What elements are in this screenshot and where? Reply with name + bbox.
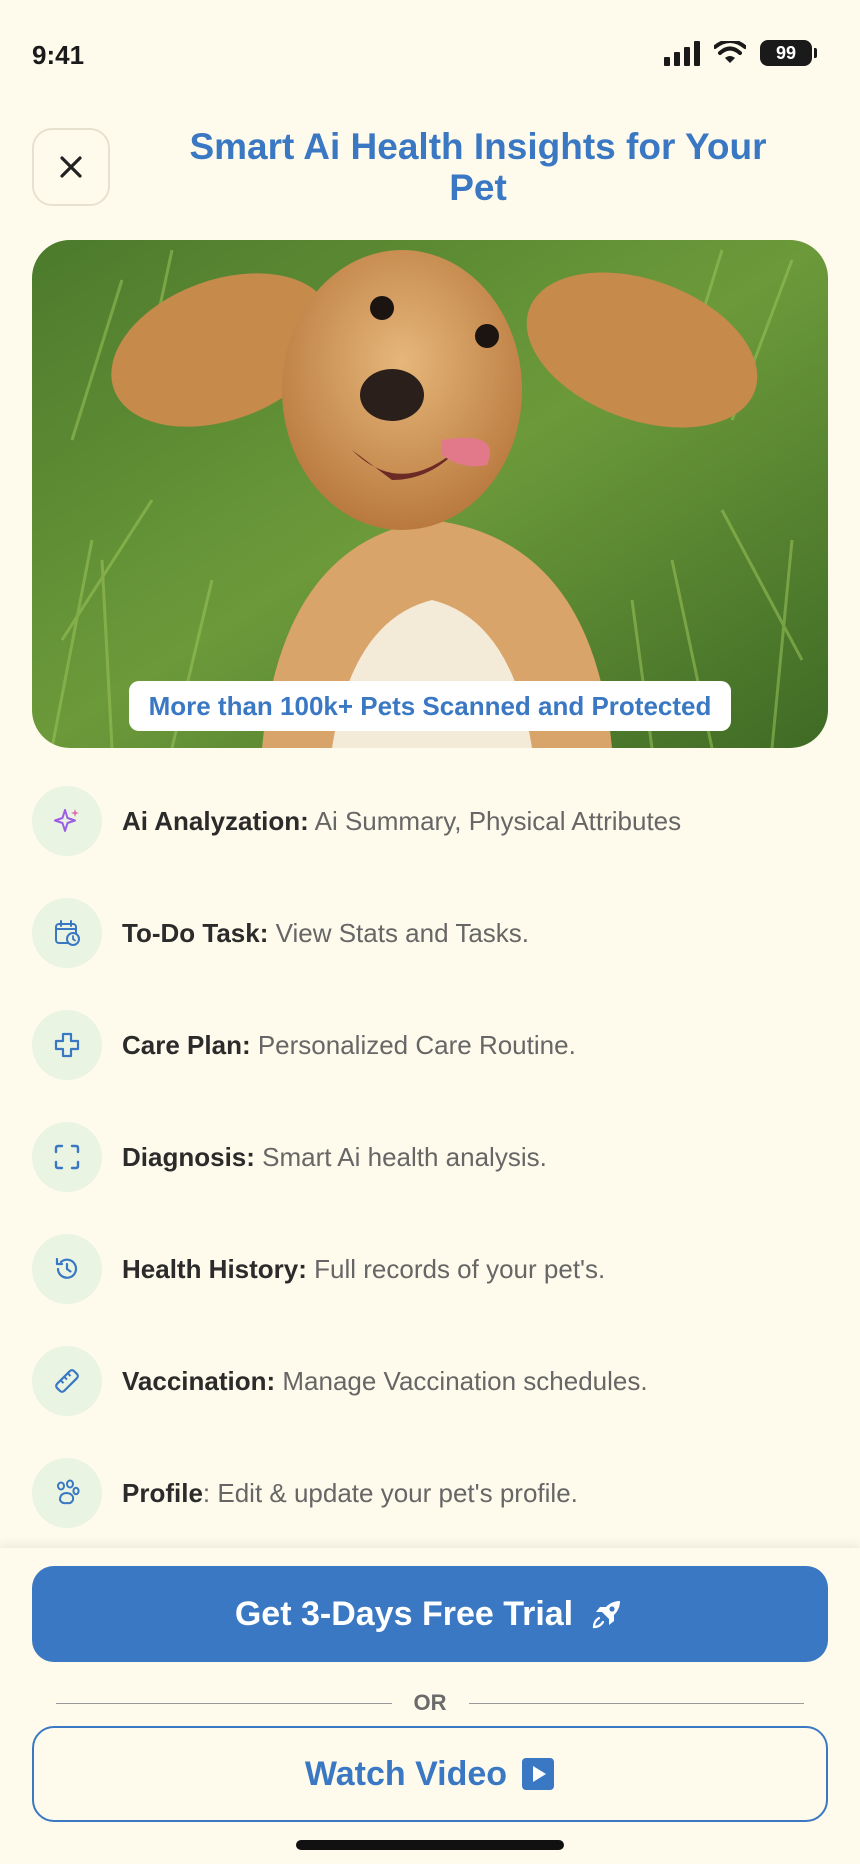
status-time: 9:41 (32, 40, 85, 70)
status-bar: 9:41 99 (0, 0, 860, 110)
battery-icon: 99 (760, 40, 817, 66)
feature-item-diagnosis: Diagnosis: Smart Ai health analysis. (32, 1122, 547, 1192)
history-icon (32, 1234, 102, 1304)
scan-icon (32, 1122, 102, 1192)
battery-level: 99 (775, 42, 797, 63)
feature-description: Full records of your pet's. (306, 1253, 606, 1284)
feature-title: Vaccination: (122, 1365, 276, 1396)
page-title: Smart Ai Health Insights for Your Pet (189, 126, 767, 208)
feature-description: Personalized Care Routine. (250, 1029, 576, 1060)
watch-video-label: Watch Video (304, 1754, 508, 1793)
dog-photo (32, 240, 828, 748)
feature-description: Ai Summary, Physical Attributes (308, 805, 682, 836)
feature-title: Profile (122, 1477, 203, 1508)
feature-item-profile: Profile: Edit & update your pet's profil… (32, 1458, 578, 1528)
or-divider: OR (56, 1688, 804, 1718)
pets-scanned-badge: More than 100k+ Pets Scanned and Protect… (129, 681, 731, 731)
feature-description: Smart Ai health analysis. (254, 1141, 547, 1172)
free-trial-button[interactable]: Get 3-Days Free Trial (32, 1566, 828, 1662)
syringe-icon (32, 1346, 102, 1416)
feature-item-vaccination: Vaccination: Manage Vaccination schedule… (32, 1346, 648, 1416)
paw-icon (32, 1458, 102, 1528)
feature-title: Care Plan: (122, 1029, 251, 1060)
feature-item-care-plan: Care Plan: Personalized Care Routine. (32, 1010, 576, 1080)
or-label: OR (413, 1690, 447, 1715)
feature-description: Manage Vaccination schedules. (275, 1365, 648, 1396)
status-icons: 99 (664, 40, 817, 66)
play-icon (522, 1758, 555, 1790)
close-button[interactable] (32, 128, 110, 206)
rocket-icon (593, 1601, 621, 1629)
hero-image (32, 240, 828, 748)
free-trial-label: Get 3-Days Free Trial (234, 1594, 574, 1633)
feature-item-ai-analyzation: Ai Analyzation: Ai Summary, Physical Att… (32, 786, 681, 856)
signal-icon (664, 40, 700, 66)
feature-item-todo-task: To-Do Task: View Stats and Tasks. (32, 898, 529, 968)
feature-description: : Edit & update your pet's profile. (202, 1477, 578, 1508)
bottom-action-panel: Get 3-Days Free Trial OR Watch Video (0, 1548, 860, 1864)
feature-description: View Stats and Tasks. (268, 917, 529, 948)
wifi-icon (714, 41, 746, 63)
calendar-clock-icon (32, 898, 102, 968)
close-icon (60, 156, 82, 178)
feature-title: To-Do Task: (122, 917, 269, 948)
feature-title: Diagnosis: (122, 1141, 255, 1172)
watch-video-button[interactable]: Watch Video (32, 1726, 828, 1822)
sparkle-icon (32, 786, 102, 856)
home-indicator (296, 1840, 564, 1850)
feature-item-health-history: Health History: Full records of your pet… (32, 1234, 605, 1304)
medical-cross-icon (32, 1010, 102, 1080)
feature-title: Ai Analyzation: (122, 805, 309, 836)
feature-title: Health History: (122, 1253, 307, 1284)
